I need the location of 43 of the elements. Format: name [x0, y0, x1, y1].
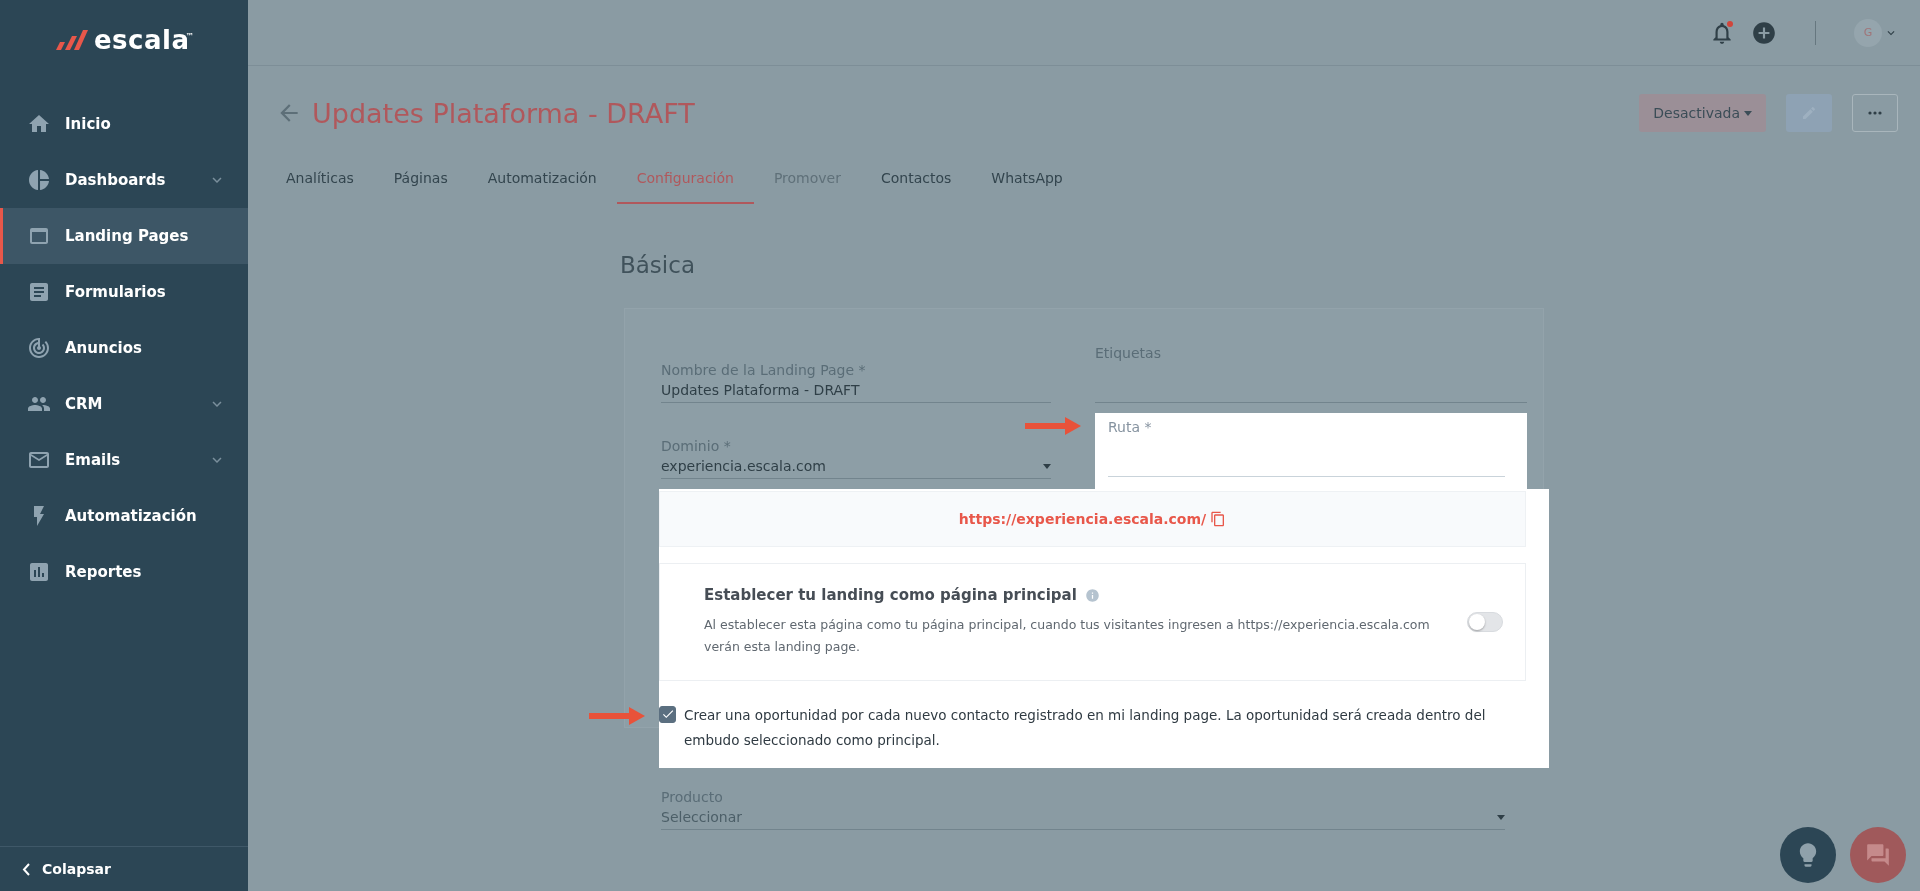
homepage-toggle[interactable]	[1467, 611, 1503, 632]
sidebar-item[interactable]: Emails	[0, 432, 248, 488]
url-link[interactable]: https://experiencia.escala.com/	[958, 511, 1207, 527]
sidebar-item[interactable]: Automatización	[0, 488, 248, 544]
tab[interactable]: Automatización	[467, 158, 617, 204]
page-title: Updates Plataforma - DRAFT	[312, 97, 696, 129]
target-icon	[27, 336, 51, 360]
chat-bubbles-icon	[1865, 842, 1891, 868]
tab[interactable]: Páginas	[373, 158, 468, 204]
more-icon	[1868, 111, 1882, 115]
opportunity-checkbox[interactable]	[659, 705, 676, 723]
caret-icon	[1043, 463, 1051, 469]
homepage-description: Al establecer esta página como tu página principal, cuando tus visitantes ingresen a https://experiencia.escala.com verán esta landing page.	[704, 616, 1431, 656]
annotation-arrow	[589, 706, 645, 725]
add-icon[interactable]	[1751, 19, 1777, 46]
sidebar-item[interactable]: Landing Pages	[0, 208, 248, 264]
bar-chart-icon	[27, 560, 51, 584]
pie-chart-icon	[27, 168, 51, 192]
document-icon	[27, 280, 51, 304]
caret-icon	[1744, 110, 1752, 116]
chevron-left-icon	[22, 862, 30, 876]
tips-button[interactable]	[1780, 827, 1836, 883]
sidebar-item[interactable]: Formularios	[0, 264, 248, 320]
copy-icon[interactable]	[1210, 511, 1227, 527]
homepage-title: Establecer tu landing como página principal	[704, 586, 1077, 604]
logo-slashes-icon	[54, 30, 88, 50]
sidebar-item[interactable]: Anuncios	[0, 320, 248, 376]
caret-icon	[1497, 814, 1505, 820]
annotation-arrow	[1025, 417, 1081, 435]
logo-text: escala$^{™}$	[94, 25, 194, 55]
tab[interactable]: WhatsApp	[971, 158, 1083, 204]
tab[interactable]: Contactos	[861, 158, 972, 204]
chat-button[interactable]	[1850, 827, 1906, 883]
sidebar-item[interactable]: Reportes	[0, 544, 248, 600]
opportunity-text: Crear una oportunidad por cada nuevo contacto registrado en mi landing page. La oportunidad será creada dentro del embudo seleccionado como principal.	[684, 705, 1487, 751]
sidebar-item[interactable]: CRM	[0, 376, 248, 432]
more-button[interactable]	[1852, 94, 1898, 132]
sidebar-item[interactable]: Inicio	[0, 96, 248, 152]
info-icon[interactable]	[1084, 587, 1100, 603]
sidebar-item[interactable]: Dashboards	[0, 152, 248, 208]
status-dropdown[interactable]: Desactivada	[1639, 94, 1766, 132]
section-title: Básica	[620, 252, 696, 278]
tab[interactable]: Analíticas	[266, 158, 374, 204]
